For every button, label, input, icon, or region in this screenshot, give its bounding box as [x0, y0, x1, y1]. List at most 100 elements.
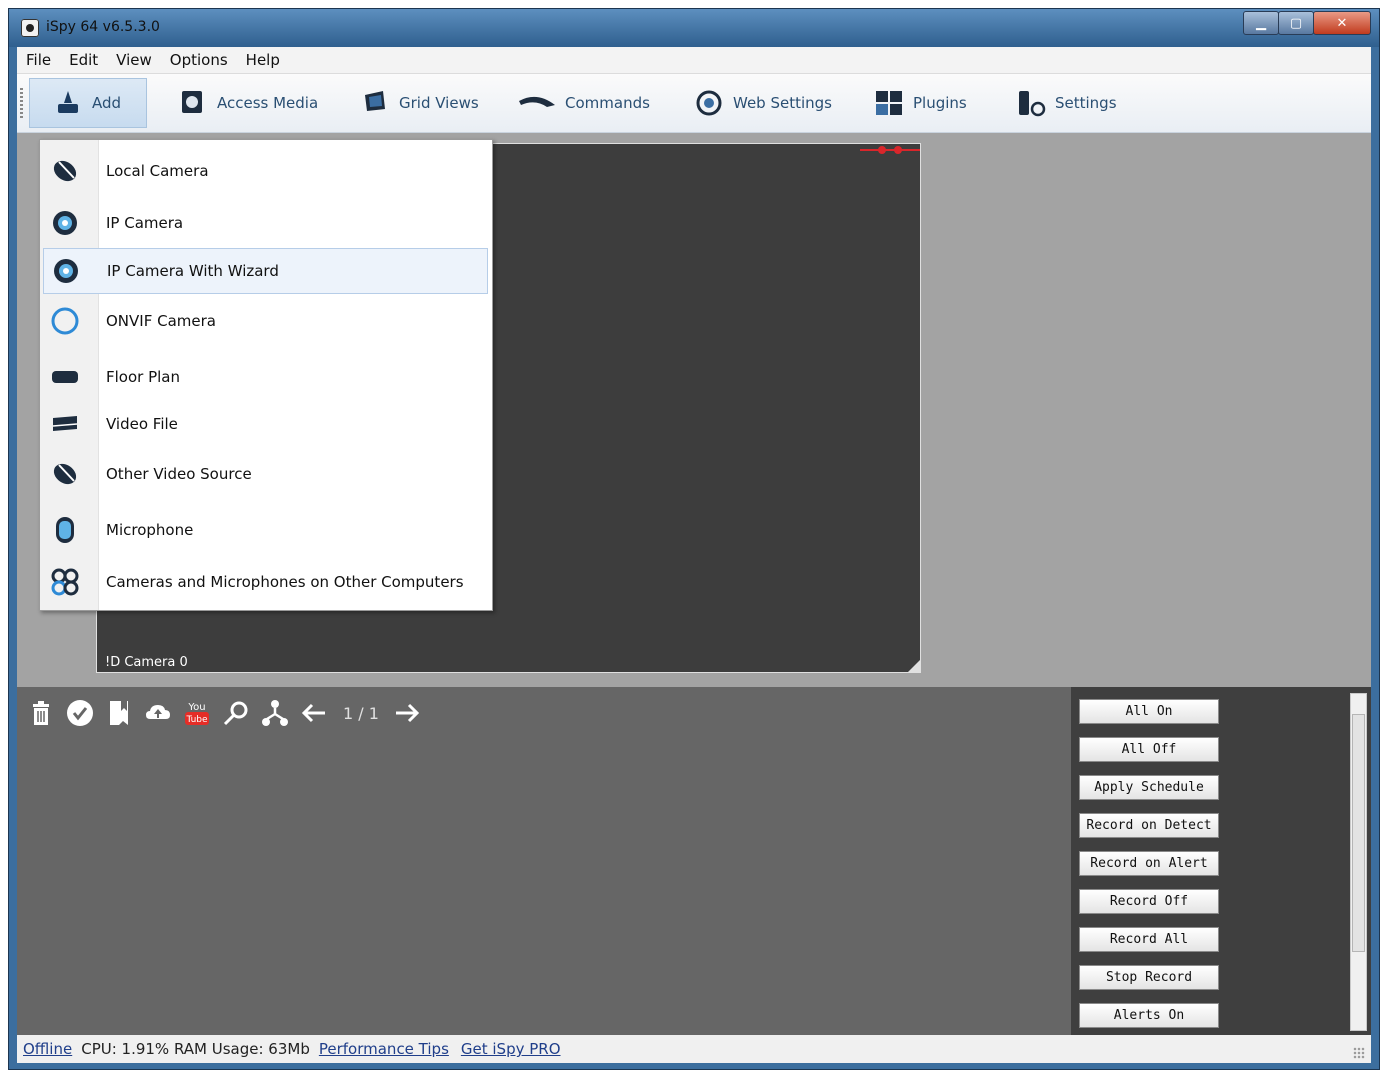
menu-help[interactable]: Help [237, 51, 289, 69]
apply-schedule-button[interactable]: Apply Schedule [1079, 775, 1219, 800]
web-settings-icon [696, 90, 722, 116]
menu-item-label: Microphone [106, 521, 194, 539]
access-media-button[interactable]: Access Media [177, 78, 318, 128]
minimize-button[interactable]: ▁ [1243, 11, 1279, 35]
commands-icon [519, 96, 555, 107]
search-icon[interactable] [222, 699, 250, 727]
access-media-icon [182, 91, 202, 113]
remote-devices-icon [51, 568, 79, 596]
camera-label: !D Camera 0 [105, 655, 188, 670]
other-video-source-icon [53, 463, 77, 485]
video-file-icon [52, 416, 78, 431]
local-camera-icon [53, 160, 77, 182]
menu-item-remote-devices[interactable]: Cameras and Microphones on Other Compute… [40, 559, 492, 605]
youtube-icon[interactable]: You Tube [183, 699, 211, 727]
menu-item-ip-camera[interactable]: IP Camera [40, 200, 492, 246]
settings-button[interactable]: Settings [1015, 78, 1117, 128]
app-logo-icon [21, 19, 39, 37]
menu-item-label: IP Camera [106, 214, 184, 232]
media-toolbar: You Tube 1 / 1 [27, 695, 432, 731]
plugins-icon [876, 91, 902, 115]
grid-views-label: Grid Views [399, 94, 479, 112]
menu-item-ip-camera-wizard[interactable]: IP Camera With Wizard [43, 248, 488, 294]
status-bar: Offline CPU: 1.91% RAM Usage: 63Mb Perfo… [17, 1035, 1371, 1063]
menu-item-microphone[interactable]: Microphone [40, 507, 492, 553]
grid-views-button[interactable]: Grid Views [359, 78, 479, 128]
menu-item-label: Cameras and Microphones on Other Compute… [106, 573, 464, 591]
stop-record-button[interactable]: Stop Record [1079, 965, 1219, 990]
resize-handle[interactable] [908, 660, 920, 672]
record-on-alert-button[interactable]: Record on Alert [1079, 851, 1219, 876]
onvif-camera-icon [51, 307, 79, 335]
menu-item-label: Video File [106, 415, 178, 433]
menu-item-video-file[interactable]: Video File [40, 401, 492, 447]
bookmark-icon[interactable] [105, 699, 133, 727]
menu-item-local-camera[interactable]: Local Camera [40, 148, 492, 194]
toolbar-grip[interactable] [20, 88, 23, 118]
get-pro-link[interactable]: Get iSpy PRO [461, 1040, 561, 1058]
svg-text:Tube: Tube [185, 715, 208, 725]
plugins-label: Plugins [913, 94, 967, 112]
ip-camera-icon [53, 211, 77, 235]
all-on-button[interactable]: All On [1079, 699, 1219, 724]
svg-text:You: You [187, 702, 205, 713]
title-bar[interactable]: iSpy 64 v6.5.3.0 ▁ ▢ ✕ [9, 9, 1379, 47]
alerts-on-button[interactable]: Alerts On [1079, 1003, 1219, 1028]
page-indicator: 1 / 1 [343, 703, 379, 723]
menu-item-onvif-camera[interactable]: ONVIF Camera [40, 298, 492, 344]
menu-view[interactable]: View [107, 51, 161, 69]
recording-indicator-icon [860, 146, 920, 154]
access-media-label: Access Media [217, 94, 319, 112]
commands-panel: All On All Off Apply Schedule Record on … [1071, 687, 1371, 1035]
add-button[interactable]: Add [29, 78, 147, 128]
menu-item-label: ONVIF Camera [106, 312, 216, 330]
offline-link[interactable]: Offline [23, 1040, 72, 1058]
media-panel: You Tube 1 / 1 [17, 687, 1071, 1035]
record-on-detect-button[interactable]: Record on Detect [1079, 813, 1219, 838]
main-toolbar: Add Access Media Grid Views Commands Web… [17, 74, 1371, 133]
menu-item-other-video-source[interactable]: Other Video Source [40, 451, 492, 497]
scrollbar-thumb[interactable] [1352, 714, 1365, 952]
size-grip[interactable] [1353, 1047, 1365, 1059]
web-settings-button[interactable]: Web Settings [693, 78, 832, 128]
microphone-icon [56, 517, 74, 543]
menu-file[interactable]: File [17, 51, 60, 69]
next-icon[interactable] [393, 699, 421, 727]
cloud-upload-icon[interactable] [144, 699, 172, 727]
maximize-button[interactable]: ▢ [1278, 11, 1314, 35]
resource-stats: CPU: 1.91% RAM Usage: 63Mb [81, 1040, 310, 1058]
commands-scrollbar[interactable] [1350, 693, 1367, 1031]
grid-views-icon [365, 91, 385, 111]
add-icon [58, 91, 78, 113]
web-settings-label: Web Settings [733, 94, 832, 112]
check-icon[interactable] [66, 699, 94, 727]
menu-edit[interactable]: Edit [60, 51, 107, 69]
plugins-button[interactable]: Plugins [873, 78, 967, 128]
menu-item-floor-plan[interactable]: Floor Plan [40, 354, 492, 400]
commands-label: Commands [565, 94, 650, 112]
menu-item-label: Other Video Source [106, 465, 252, 483]
record-off-button[interactable]: Record Off [1079, 889, 1219, 914]
menu-item-label: Local Camera [106, 162, 209, 180]
menu-bar: File Edit View Options Help [17, 47, 1371, 74]
add-dropdown-menu: Local Camera IP Camera IP Camera With Wi… [39, 139, 493, 611]
previous-icon[interactable] [300, 699, 328, 727]
menu-item-label: Floor Plan [106, 368, 180, 386]
delete-icon[interactable] [27, 699, 55, 727]
add-label: Add [92, 94, 122, 112]
all-off-button[interactable]: All Off [1079, 737, 1219, 762]
performance-tips-link[interactable]: Performance Tips [319, 1040, 449, 1058]
settings-icon [1019, 91, 1046, 117]
record-all-button[interactable]: Record All [1079, 927, 1219, 952]
settings-label: Settings [1055, 94, 1117, 112]
window-title: iSpy 64 v6.5.3.0 [46, 19, 160, 35]
app-window: iSpy 64 v6.5.3.0 ▁ ▢ ✕ File Edit View Op… [8, 8, 1380, 1070]
share-icon[interactable] [261, 699, 289, 727]
close-button[interactable]: ✕ [1313, 11, 1371, 35]
floor-plan-icon [52, 371, 78, 383]
menu-options[interactable]: Options [161, 51, 237, 69]
ip-camera-wizard-icon [54, 259, 78, 283]
commands-button[interactable]: Commands [517, 78, 650, 128]
menu-item-label: IP Camera With Wizard [107, 262, 279, 280]
client-area: File Edit View Options Help Add Access M… [17, 47, 1371, 1063]
